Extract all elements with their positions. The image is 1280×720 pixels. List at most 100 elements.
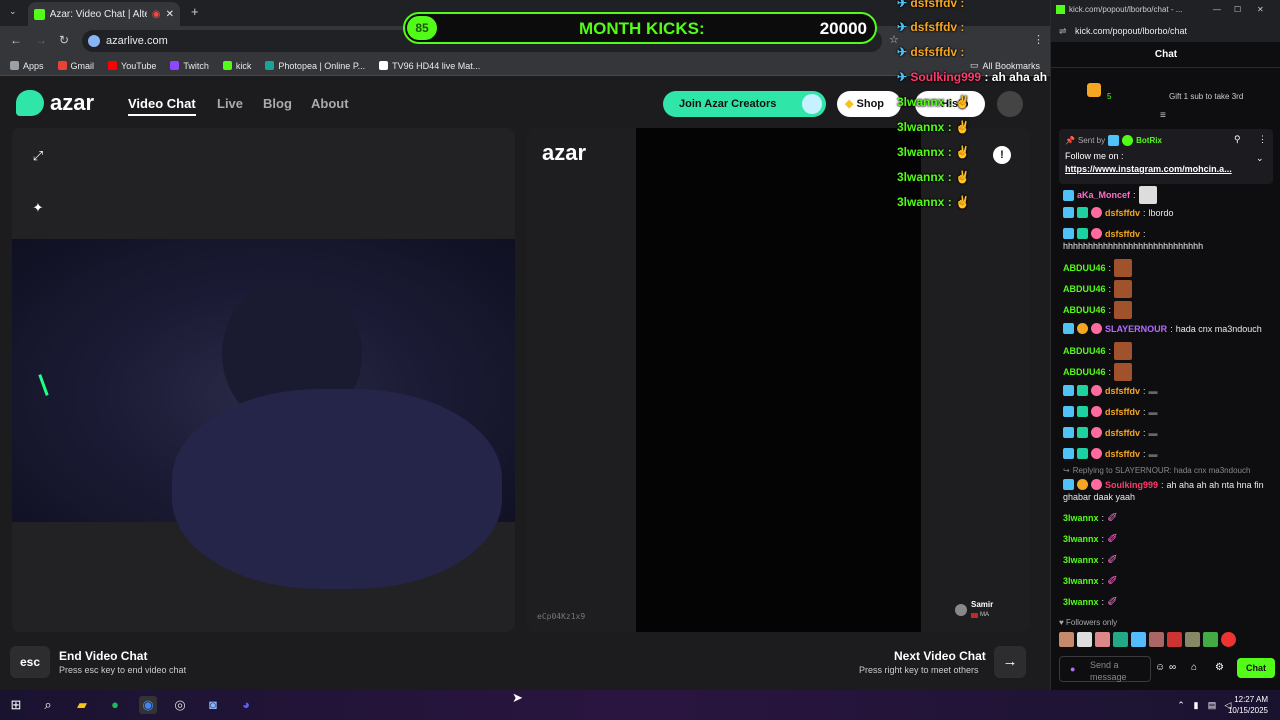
chrome-icon[interactable]: ◉	[139, 696, 157, 714]
emote-icon[interactable]	[1221, 632, 1236, 647]
effects-icon[interactable]: ✦	[30, 200, 46, 216]
reload-icon[interactable]: ↻	[59, 33, 69, 47]
join-creators-button[interactable]: Join Azar Creators	[663, 91, 826, 117]
photopea-icon	[265, 61, 275, 70]
azar-page: azar Video Chat Live Blog About Join Aza…	[0, 77, 1050, 690]
pinned-menu-icon[interactable]: ⋮	[1258, 134, 1267, 145]
windows-taskbar: ⊞ ⌕ ▰ ● ◉ ◎ ◙ ◕ ⌃ ▮ ▤ ◁ 12:27 AM 10/15/2…	[0, 690, 1280, 720]
verified-badge-icon: ✈	[897, 20, 908, 34]
bookmark-youtube[interactable]: YouTube	[108, 61, 156, 71]
obs-icon[interactable]: ◎	[171, 696, 189, 714]
kick-favicon-icon	[1056, 5, 1065, 14]
pinned-link[interactable]: https://www.instagram.com/mohcin.a...	[1065, 164, 1267, 174]
unpin-icon[interactable]: ⚲	[1234, 134, 1241, 145]
emote-icon[interactable]	[1149, 632, 1164, 647]
followers-only-label: ♥ Followers only	[1059, 618, 1118, 627]
emote-icon: ✌	[955, 195, 970, 209]
nav-blog[interactable]: Blog	[263, 96, 292, 111]
end-chat-title[interactable]: End Video Chat	[59, 649, 147, 663]
shop-button[interactable]: ◆ Shop	[837, 91, 901, 117]
bot-badge-icon	[1122, 135, 1134, 146]
send-chat-button[interactable]: Chat	[1237, 658, 1275, 678]
bookmark-tv96[interactable]: TV96 HD44 live Mat...	[379, 61, 480, 71]
next-chat-title[interactable]: Next Video Chat	[894, 649, 986, 663]
site-settings-icon[interactable]: ⇌	[1059, 20, 1067, 42]
new-tab-button[interactable]: +	[191, 4, 199, 19]
light-strip	[38, 374, 49, 396]
azar-logo-icon	[16, 90, 44, 116]
tab-azar[interactable]: Azar: Video Chat | Alternati... ◉ ✕	[28, 2, 180, 26]
emoji-picker-icon[interactable]: ☺	[1155, 662, 1165, 673]
kick-url-bar[interactable]: ⇌ kick.com/popout/lborbo/chat	[1051, 20, 1280, 42]
emote-icon[interactable]	[1185, 632, 1200, 647]
forward-icon[interactable]: →	[35, 33, 47, 47]
emote-icon: ✌	[955, 95, 970, 109]
maximize-icon[interactable]: ☐	[1234, 0, 1241, 20]
bookmark-apps[interactable]: Apps	[10, 61, 44, 71]
emote-icon[interactable]	[1059, 632, 1074, 647]
verified-badge-icon	[1063, 207, 1074, 218]
minimize-icon[interactable]: —	[1213, 0, 1221, 20]
expand-pinned-icon[interactable]: ⌄	[1256, 153, 1264, 164]
gift-cta[interactable]: Gift 1 sub to take 3rd	[1169, 92, 1243, 101]
emote-icon[interactable]	[1167, 632, 1182, 647]
azar-logo[interactable]: azar	[16, 90, 94, 116]
tab-search-icon[interactable]: ⌄	[9, 6, 17, 17]
file-explorer-icon[interactable]: ▰	[73, 696, 91, 714]
store-icon[interactable]: ⌂	[1191, 662, 1197, 673]
settings-gear-icon[interactable]: ⚙	[1215, 662, 1224, 673]
emote-icon	[1114, 259, 1133, 277]
emote-icon[interactable]	[1131, 632, 1146, 647]
goal-title: MONTH KICKS:	[579, 19, 705, 38]
reply-icon: ↪	[1063, 466, 1070, 475]
collapse-icon[interactable]: ≡	[1160, 110, 1166, 121]
emote-icon[interactable]	[1113, 632, 1128, 647]
bookmark-kick[interactable]: kick	[222, 61, 251, 71]
search-icon[interactable]: ⌕	[39, 696, 57, 714]
expand-icon[interactable]: ⤢	[30, 148, 46, 164]
link-icon[interactable]: ∞	[1169, 662, 1176, 673]
bookmark-gmail[interactable]: Gmail	[57, 61, 94, 71]
twitch-icon	[170, 61, 180, 70]
nav-video-chat[interactable]: Video Chat	[128, 96, 196, 116]
emote-icon: ✌	[955, 120, 970, 134]
chrome-app-icon[interactable]: ◙	[204, 696, 222, 714]
profile-avatar[interactable]	[997, 91, 1023, 117]
tab-close-icon[interactable]: ✕	[166, 9, 174, 20]
og-badge-icon	[1091, 479, 1102, 490]
spotify-icon[interactable]: ●	[106, 696, 124, 714]
nav-live[interactable]: Live	[217, 96, 243, 111]
system-clock[interactable]: 12:27 AM 10/15/2025	[1228, 694, 1268, 716]
discord-icon[interactable]: ◕	[237, 696, 255, 714]
back-icon[interactable]: ←	[10, 33, 22, 47]
og-badge-icon	[1091, 448, 1102, 459]
overlay-chat-line: 3lwannx : ✌	[897, 145, 970, 159]
esc-key-button[interactable]: esc	[10, 646, 50, 678]
emote-icon: ✐	[1107, 573, 1118, 588]
mic-icon[interactable]: ●	[1070, 663, 1075, 675]
site-info-icon[interactable]	[88, 35, 100, 47]
report-shield-icon[interactable]: !	[993, 146, 1011, 164]
close-window-icon[interactable]: ✕	[1257, 0, 1264, 20]
browser-window: ⌄ Azar: Video Chat | Alternati... ◉ ✕ + …	[0, 0, 1050, 690]
emote-icon[interactable]	[1095, 632, 1110, 647]
partner-name: Samir	[971, 600, 994, 609]
bookmark-photopea[interactable]: Photopea | Online P...	[265, 61, 365, 71]
overlay-chat-line: 3lwannx : ✌	[897, 195, 970, 209]
emote-icon[interactable]	[1077, 632, 1092, 647]
emote-icon[interactable]	[1203, 632, 1218, 647]
og-badge-icon	[1091, 228, 1102, 239]
chat-message-input[interactable]: ● Send a message	[1059, 656, 1151, 682]
windows-start-icon[interactable]: ⊞	[7, 696, 25, 714]
emote-icon	[1138, 186, 1157, 204]
emote-icon: ▬	[1148, 427, 1158, 438]
address-url: azarlive.com	[106, 35, 168, 47]
next-arrow-button[interactable]: →	[994, 646, 1026, 678]
nav-about[interactable]: About	[311, 96, 349, 111]
emote-icon	[1114, 280, 1133, 298]
gift-count: 5	[1107, 92, 1112, 101]
reply-context[interactable]: ↪ Replying to SLAYERNOUR: hada cnx ma3ndo…	[1063, 466, 1250, 475]
og-badge-icon	[1091, 406, 1102, 417]
menu-icon[interactable]: ⋮	[1033, 33, 1044, 46]
bookmark-twitch[interactable]: Twitch	[170, 61, 209, 71]
